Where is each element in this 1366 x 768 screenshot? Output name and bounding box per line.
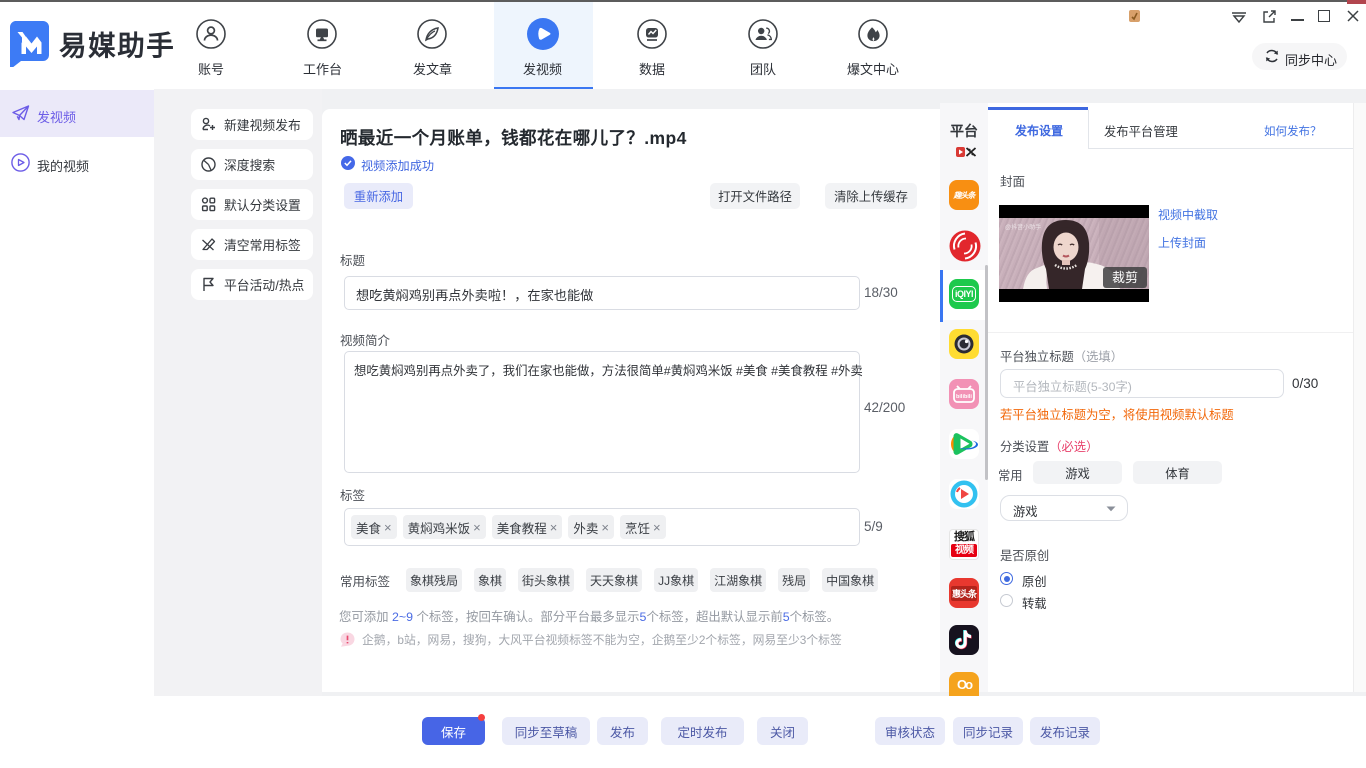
svg-text:bilibili: bilibili <box>956 394 972 400</box>
